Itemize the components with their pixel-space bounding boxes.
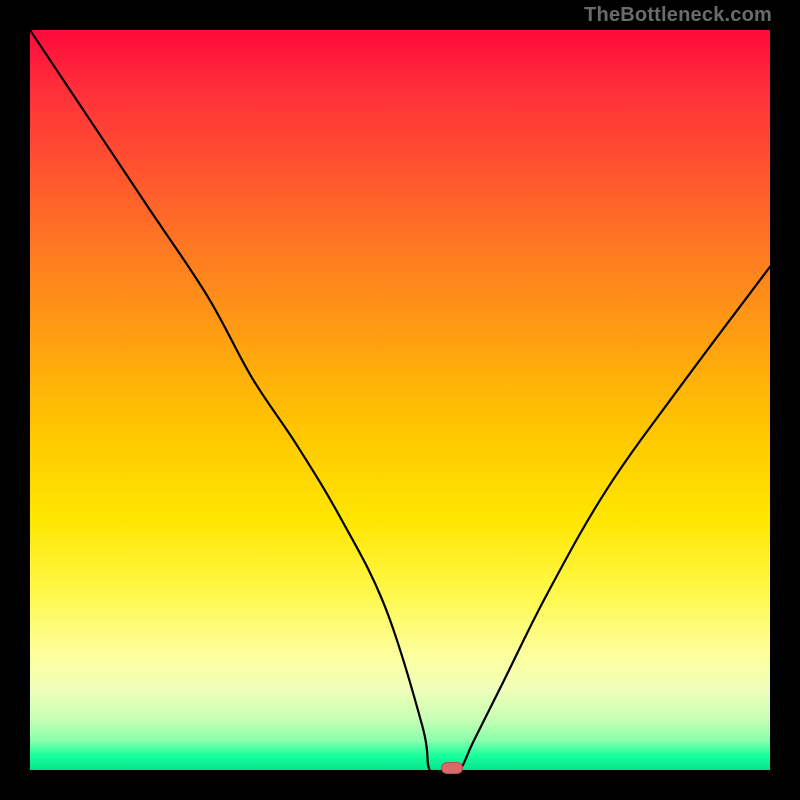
optimal-point-marker xyxy=(441,762,463,774)
plot-area xyxy=(30,30,770,770)
curve-path xyxy=(30,30,770,770)
bottleneck-curve xyxy=(30,30,770,770)
watermark-label: TheBottleneck.com xyxy=(584,4,772,27)
chart-container: TheBottleneck.com xyxy=(0,0,800,800)
